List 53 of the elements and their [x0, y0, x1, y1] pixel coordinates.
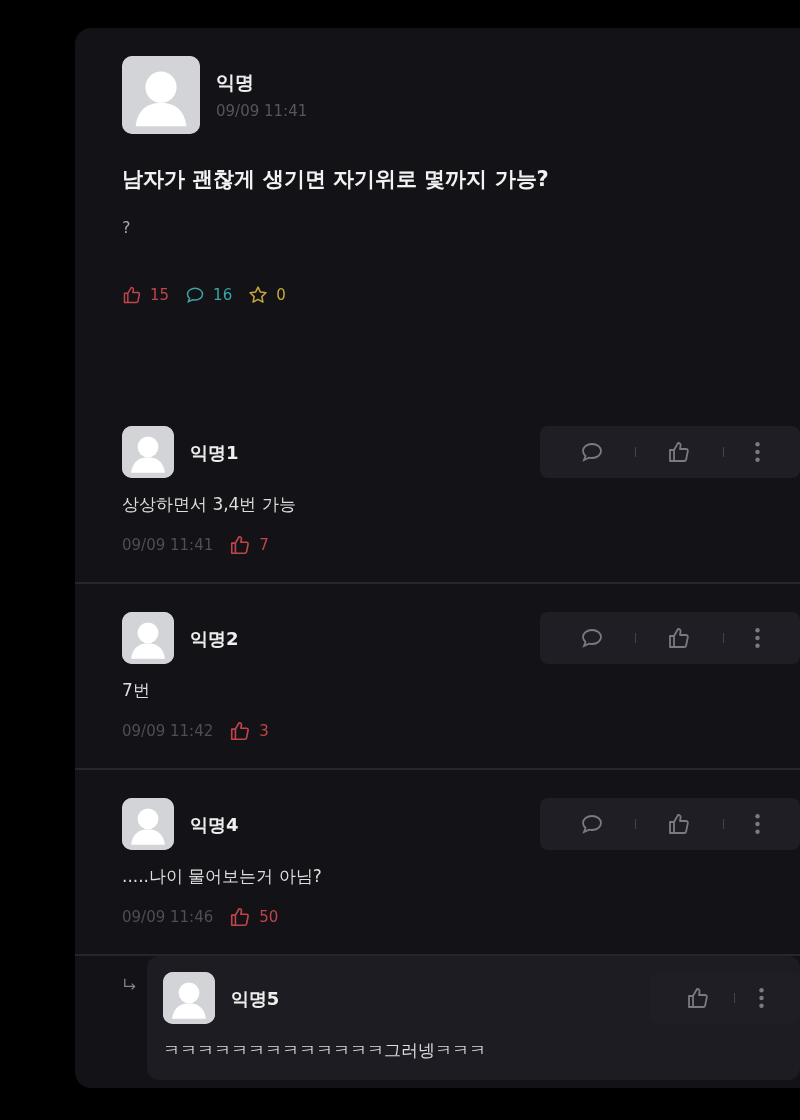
comment-time: 09/09 11:42 — [122, 720, 214, 742]
comment-text: .....나이 물어보는거 아님? — [122, 865, 323, 888]
like-button[interactable] — [667, 812, 692, 836]
scrap-count: 0 — [276, 284, 286, 306]
like-count: 3 — [259, 720, 269, 742]
more-button[interactable] — [759, 988, 764, 1008]
thumbs-up-icon — [667, 812, 692, 836]
like-count: 50 — [259, 906, 279, 928]
more-button[interactable] — [755, 442, 761, 462]
thumbs-up-icon — [667, 626, 692, 650]
like-count: 15 — [150, 284, 170, 306]
commenter-name: 익명5 — [230, 986, 280, 1011]
commenter-name: 익명4 — [190, 812, 239, 837]
comment-text: 7번 — [122, 679, 151, 702]
avatar-icon — [122, 56, 200, 134]
commenter-name: 익명1 — [190, 440, 239, 465]
thumbs-up-icon — [667, 440, 692, 464]
more-button[interactable] — [755, 628, 761, 648]
star-icon — [248, 284, 269, 305]
more-icon — [755, 628, 761, 648]
more-icon — [755, 814, 761, 834]
avatar-icon — [162, 972, 215, 1024]
comment-time: 09/09 11:41 — [122, 534, 214, 556]
comment-text: 상상하면서 3,4번 가능 — [122, 493, 297, 516]
reply-button[interactable] — [579, 626, 604, 650]
more-icon — [759, 988, 764, 1008]
more-button[interactable] — [755, 814, 761, 834]
post-time: 09/09 11:41 — [216, 101, 308, 122]
like-button[interactable] — [667, 626, 692, 650]
avatar-icon — [122, 798, 174, 850]
comment-text: ㅋㅋㅋㅋㅋㅋㅋㅋㅋㅋㅋㅋㅋ그러넹ㅋㅋㅋ — [162, 1039, 487, 1062]
commenter-name: 익명2 — [190, 626, 239, 651]
comment-count: 16 — [213, 284, 233, 306]
post-title: 남자가 괜찮게 생기면 자기위로 몇까지 가능? — [122, 166, 550, 193]
reply-button[interactable] — [579, 812, 604, 836]
post-body: ? — [122, 216, 132, 239]
thumbs-up-icon — [122, 284, 142, 305]
speech-bubble-icon — [579, 440, 604, 464]
thumbs-up-icon — [229, 533, 252, 556]
speech-bubble-icon — [579, 626, 604, 650]
author-name: 익명 — [216, 69, 255, 95]
avatar-icon — [122, 426, 174, 478]
speech-bubble-icon — [579, 812, 604, 836]
comment-time: 09/09 11:46 — [122, 906, 214, 928]
reply-button[interactable] — [579, 440, 604, 464]
avatar-icon — [122, 612, 174, 664]
like-count: 7 — [259, 534, 269, 556]
thumbs-up-icon — [686, 986, 710, 1010]
thumbs-up-icon — [229, 905, 252, 928]
like-button[interactable] — [667, 440, 692, 464]
thumbs-up-icon — [229, 719, 252, 742]
like-button[interactable] — [686, 986, 710, 1010]
more-icon — [755, 442, 761, 462]
